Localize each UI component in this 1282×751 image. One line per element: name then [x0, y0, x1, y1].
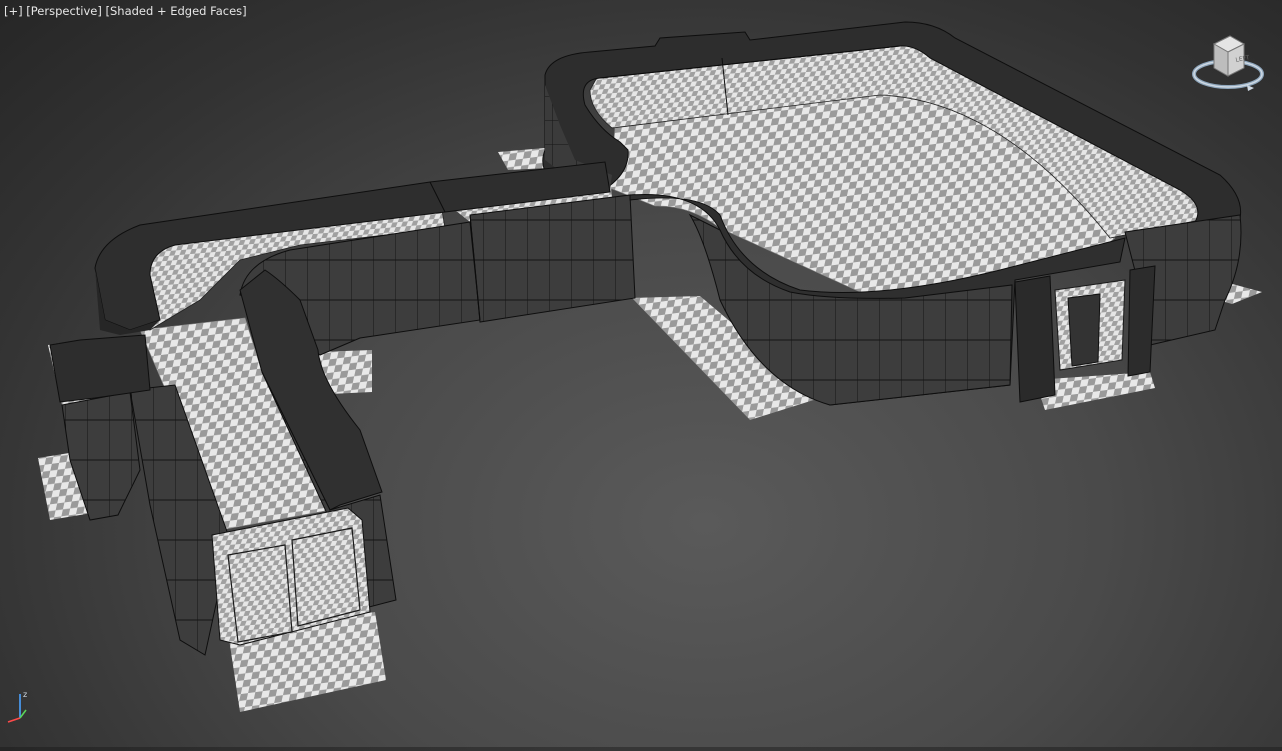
- scene-render: [38, 21, 1262, 712]
- perspective-viewport[interactable]: [+] [Perspective] [Shaded + Edged Faces]…: [0, 0, 1282, 747]
- viewport-shading-menu[interactable]: [Shaded + Edged Faces]: [106, 4, 247, 18]
- viewport-point-of-view-menu[interactable]: [Perspective]: [26, 4, 102, 18]
- viewport-label-menu: [+] [Perspective] [Shaded + Edged Faces]: [4, 4, 247, 18]
- axis-tripod-icon: z: [6, 688, 42, 728]
- viewcube-icon[interactable]: LEFT: [1188, 30, 1268, 100]
- axis-z-label: z: [23, 690, 27, 699]
- viewport-general-menu[interactable]: [+]: [4, 4, 23, 18]
